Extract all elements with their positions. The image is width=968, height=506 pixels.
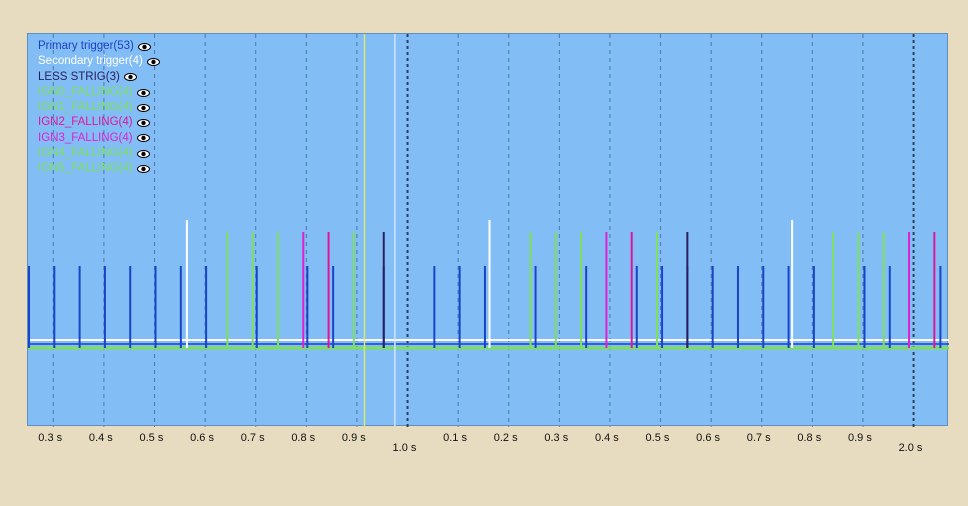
trigger-scope-plot[interactable]: Primary trigger(53) Secondary trigger(4) L… <box>27 33 949 427</box>
legend-item[interactable]: IGN3_FALLING(4) <box>38 131 160 146</box>
tick-label-minor: 0.5 s <box>139 432 164 444</box>
eye-icon[interactable] <box>123 73 137 82</box>
eye-icon[interactable] <box>136 165 150 174</box>
legend-label: IGN1_FALLING(4) <box>38 101 133 114</box>
legend-item[interactable]: IGN4_FALLING(4) <box>38 146 160 161</box>
legend-label: Primary trigger(53) <box>38 40 134 52</box>
legend-item[interactable]: IGN5_FALLING(4) <box>38 161 160 176</box>
legend-item[interactable]: Secondary trigger(4) <box>38 54 160 69</box>
eye-icon[interactable] <box>136 119 150 128</box>
tick-label-minor: 0.5 s <box>645 432 670 444</box>
legend-label: IGN2_FALLING(4) <box>38 116 133 129</box>
tick-label-minor: 0.9 s <box>341 432 366 444</box>
tick-label-major: 2.0 s <box>898 442 923 454</box>
legend-item[interactable]: LESS STRIG(3) <box>38 70 160 85</box>
eye-icon[interactable] <box>136 88 150 97</box>
legend: Primary trigger(53) Secondary trigger(4) L… <box>38 39 160 177</box>
legend-item[interactable]: IGN0_FALLING(4) <box>38 85 160 100</box>
tick-label-minor: 0.4 s <box>594 432 619 444</box>
eye-icon[interactable] <box>136 149 150 158</box>
eye-icon[interactable] <box>137 42 151 51</box>
tick-label-minor: 0.9 s <box>847 432 872 444</box>
tick-label-minor: 0.1 s <box>443 432 467 444</box>
tick-label-minor: 0.8 s <box>291 432 316 444</box>
legend-label: LESS STRIG(3) <box>38 70 120 83</box>
tick-label-minor: 0.6 s <box>190 432 214 444</box>
tick-label-minor: 0.8 s <box>797 432 822 444</box>
legend-label: IGN3_FALLING(4) <box>38 131 133 144</box>
legend-label: Secondary trigger(4) <box>38 55 143 68</box>
tick-label-minor: 0.4 s <box>88 432 113 444</box>
eye-icon[interactable] <box>146 57 160 66</box>
legend-item[interactable]: Primary trigger(53) <box>38 39 160 54</box>
legend-label: IGN5_FALLING(4) <box>38 162 133 175</box>
eye-icon[interactable] <box>136 103 150 112</box>
plot-area[interactable] <box>28 34 949 427</box>
tick-label-minor: 0.3 s <box>544 432 569 444</box>
tick-label-minor: 0.3 s <box>38 432 63 444</box>
tick-label-minor: 0.7 s <box>746 432 771 444</box>
tick-label-major: 1.0 s <box>392 442 417 454</box>
tick-label-minor: 0.2 s <box>493 432 518 444</box>
legend-item[interactable]: IGN1_FALLING(4) <box>38 100 160 115</box>
eye-icon[interactable] <box>136 134 150 143</box>
tick-label-minor: 0.7 s <box>240 432 265 444</box>
legend-item[interactable]: IGN2_FALLING(4) <box>38 115 160 130</box>
tick-label-minor: 0.6 s <box>696 432 721 444</box>
legend-label: IGN4_FALLING(4) <box>38 147 133 160</box>
legend-label: IGN0_FALLING(4) <box>38 85 133 98</box>
